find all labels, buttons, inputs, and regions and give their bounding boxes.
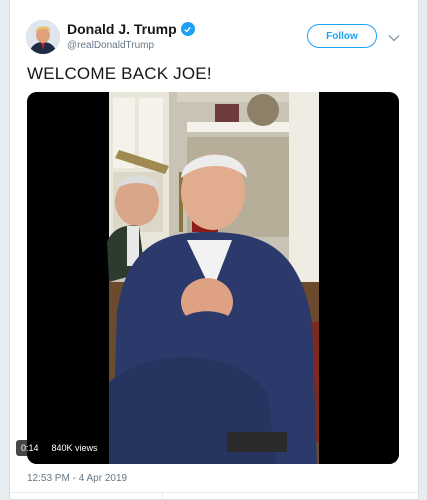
video-views: 840K views	[46, 440, 103, 456]
display-name[interactable]: Donald J. Trump	[67, 21, 195, 37]
tweet-card: Donald J. Trump @realDonaldTrump Follow …	[9, 0, 420, 500]
user-handle[interactable]: @realDonaldTrump	[67, 40, 154, 51]
divider	[10, 492, 420, 493]
divider-tick	[162, 492, 163, 500]
video-stats: 0:14 840K views	[16, 440, 103, 456]
tweet-timestamp[interactable]: 12:53 PM - 4 Apr 2019	[27, 473, 127, 484]
video-duration: 0:14	[16, 440, 44, 456]
avatar[interactable]	[26, 20, 60, 54]
video-frame	[27, 92, 399, 464]
tweet-text: WELCOME BACK JOE!	[27, 64, 212, 83]
chevron-down-icon[interactable]	[388, 30, 400, 42]
follow-button[interactable]: Follow	[307, 24, 377, 48]
video-player[interactable]	[27, 92, 399, 464]
verified-badge-icon	[180, 22, 195, 36]
display-name-text[interactable]: Donald J. Trump	[67, 21, 177, 37]
